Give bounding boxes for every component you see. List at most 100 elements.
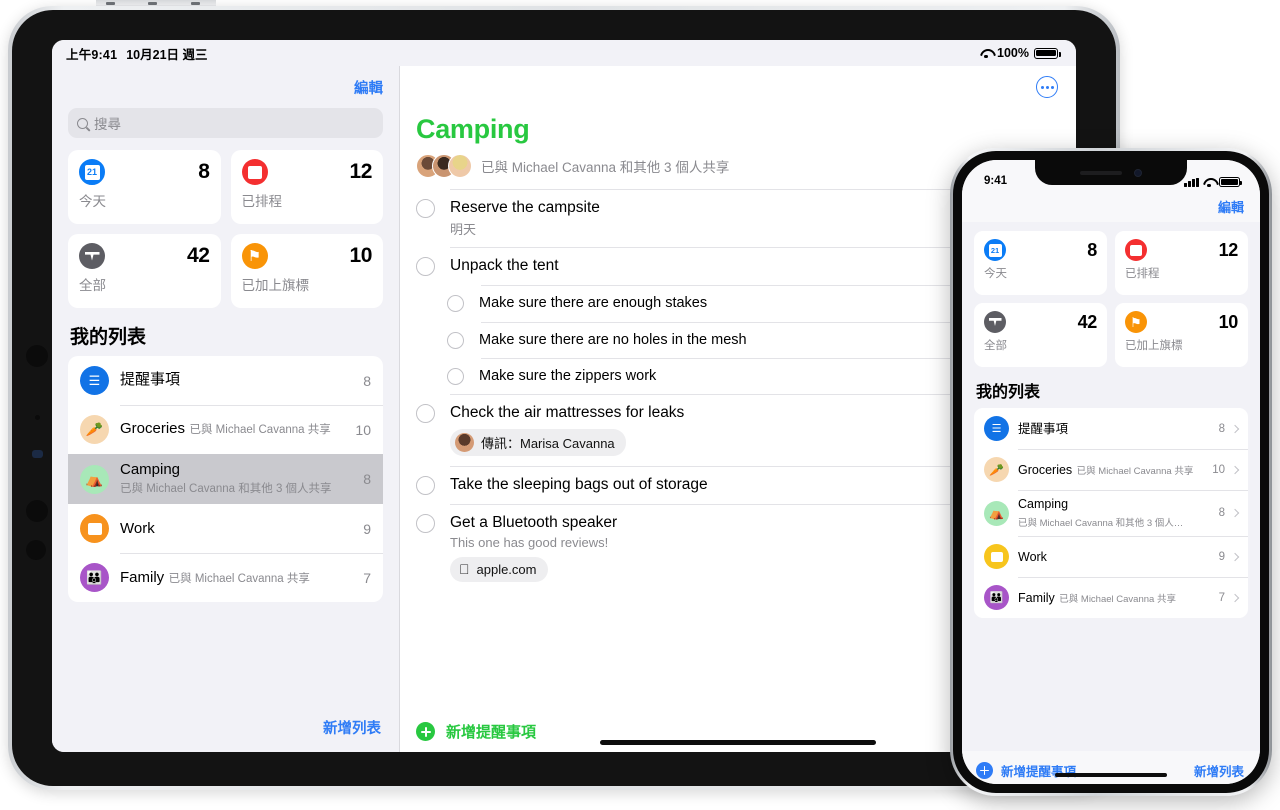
smart-list-scheduled[interactable]: 12 已排程 [230, 150, 383, 224]
bullet-list-icon: ☰ [80, 366, 109, 395]
search-container: 搜尋 [52, 108, 399, 150]
url-attachment-chip[interactable]:  apple.com [450, 556, 549, 582]
home-indicator [600, 740, 876, 745]
smart-list-count: 10 [349, 244, 372, 267]
list-row-work[interactable]: Work 9 [68, 504, 383, 553]
list-row-camping[interactable]: ⛺ Camping 已與 Michael Cavanna 和其他 3 個人共享 … [68, 454, 383, 505]
edit-button[interactable]: 編輯 [1218, 197, 1244, 216]
add-list-button[interactable]: 新增列表 [1194, 761, 1244, 780]
smart-list-all[interactable]: 42 全部 [974, 303, 1107, 367]
calendar-today-icon: 21 [79, 159, 105, 185]
list-row-reminders[interactable]: ☰ 提醒事項 8 [974, 408, 1248, 449]
list-shared-subtitle: 已與 Michael Cavanna 共享 [1076, 465, 1194, 477]
earpiece-speaker-icon [1080, 170, 1122, 175]
reminder-checkbox[interactable] [447, 367, 464, 385]
inbox-all-icon [984, 311, 1006, 333]
wifi-icon [980, 49, 992, 58]
list-name: 提醒事項 [120, 371, 181, 389]
sidebar-footer: 新增列表 [52, 707, 399, 752]
ipad-speaker-dot [26, 500, 48, 522]
chevron-right-icon [1230, 508, 1240, 518]
reminder-checkbox[interactable] [416, 257, 435, 277]
cellular-signal-icon [1184, 177, 1199, 187]
iphone-bottom-bar: 新增提醒事項 新增列表 [962, 751, 1260, 784]
detail-toolbar [400, 66, 1076, 108]
flag-icon: ⚑ [241, 243, 268, 269]
edit-button[interactable]: 編輯 [354, 77, 383, 98]
list-count: 7 [363, 569, 371, 586]
iphone-content: 21 8 今天 12 已排程 42 全部 ⚑ 10 已加上旗標 我的列表 ☰ 提… [962, 222, 1260, 751]
list-name: Groceries [1018, 462, 1073, 477]
smart-list-count: 42 [186, 244, 210, 267]
list-row-reminders[interactable]: ☰ 提醒事項 8 [68, 356, 383, 405]
smart-list-count: 12 [1218, 239, 1239, 260]
my-lists-card: ☰ 提醒事項 8 🥕 Groceries 已與 Michael Cavanna … [974, 408, 1248, 618]
battery-icon [1034, 47, 1061, 59]
search-icon [77, 117, 88, 129]
smart-list-all[interactable]: 42 全部 [68, 234, 221, 308]
smart-list-today[interactable]: 21 8 今天 [68, 150, 221, 224]
smart-list-count: 8 [1087, 239, 1097, 260]
bullet-list-icon: ☰ [984, 416, 1009, 441]
calendar-scheduled-icon [1125, 239, 1147, 261]
smart-list-count: 8 [198, 160, 210, 183]
smart-list-label: 全部 [79, 278, 106, 293]
add-list-button[interactable]: 新增列表 [323, 717, 381, 738]
computer-icon [80, 514, 109, 544]
reminder-checkbox[interactable] [416, 476, 435, 496]
add-reminder-button[interactable]: 新增提醒事項 [446, 721, 536, 742]
smart-list-label: 已加上旗標 [1125, 340, 1183, 352]
carrot-icon: 🥕 [984, 457, 1009, 482]
reminder-checkbox[interactable] [447, 295, 464, 313]
add-reminder-button[interactable]: 新增提醒事項 [1001, 761, 1076, 780]
list-count: 8 [363, 471, 371, 488]
ipad-speaker-dot [26, 540, 46, 560]
reminder-checkbox[interactable] [416, 403, 435, 423]
carrot-icon: 🥕 [80, 415, 109, 444]
smart-list-count: 42 [1077, 311, 1098, 332]
my-lists-heading: 我的列表 [70, 327, 147, 348]
list-row-groceries[interactable]: 🥕 Groceries 已與 Michael Cavanna 共享 10 [974, 449, 1248, 490]
smart-list-count: 12 [349, 160, 372, 183]
smart-list-count: 10 [1218, 311, 1239, 332]
sidebar: 編輯 搜尋 21 8 今天 12 已排程 42 全部 ⚑ 10 已加上旗標 我的… [52, 66, 400, 752]
list-row-groceries[interactable]: 🥕 Groceries 已與 Michael Cavanna 共享 10 [68, 405, 383, 454]
reminder-checkbox[interactable] [447, 331, 464, 349]
tent-icon: ⛺ [984, 500, 1009, 526]
smart-list-flagged[interactable]: ⚑ 10 已加上旗標 [230, 234, 383, 308]
front-camera-icon [1134, 168, 1142, 177]
search-placeholder: 搜尋 [94, 117, 121, 132]
list-name: Work [120, 519, 155, 537]
list-row-camping[interactable]: ⛺ Camping 已與 Michael Cavanna 和其他 3 個人… 8 [974, 490, 1248, 536]
battery-percent: 100% [997, 46, 1029, 60]
list-count: 9 [1218, 550, 1225, 563]
smart-list-today[interactable]: 21 8 今天 [974, 231, 1107, 295]
avatar [448, 154, 472, 178]
smart-list-flagged[interactable]: ⚑ 10 已加上旗標 [1115, 303, 1248, 367]
family-icon: 👪 [984, 585, 1009, 610]
smart-list-label: 今天 [984, 268, 1007, 280]
page-title: Camping [416, 114, 530, 144]
smart-list-label: 已排程 [1125, 268, 1160, 280]
battery-icon [1219, 177, 1242, 187]
list-count: 8 [1218, 507, 1225, 519]
search-input[interactable]: 搜尋 [68, 108, 383, 138]
inbox-all-icon [79, 243, 105, 269]
list-row-family[interactable]: 👪 Family 已與 Michael Cavanna 共享 7 [974, 577, 1248, 618]
smart-lists-grid: 21 8 今天 12 已排程 42 全部 ⚑ 10 已加上旗標 [52, 150, 399, 308]
smart-list-label: 已排程 [241, 194, 283, 209]
list-name: Work [1018, 549, 1047, 564]
list-name: Camping [1018, 497, 1069, 511]
message-attachment-chip[interactable]: 傳訊：Marisa Cavanna [450, 429, 626, 457]
reminder-checkbox[interactable] [416, 514, 435, 534]
list-shared-subtitle: 已與 Michael Cavanna 共享 [1059, 593, 1176, 605]
more-options-button[interactable] [1036, 76, 1058, 98]
list-row-work[interactable]: Work 9 [974, 536, 1248, 577]
smart-list-scheduled[interactable]: 12 已排程 [1115, 231, 1248, 295]
ipad-camera-icon [32, 450, 43, 458]
wifi-icon [1203, 178, 1215, 187]
list-row-family[interactable]: 👪 Family 已與 Michael Cavanna 共享 7 [68, 553, 383, 602]
iphone-toolbar: 編輯 [962, 190, 1260, 222]
smart-lists-grid: 21 8 今天 12 已排程 42 全部 ⚑ 10 已加上旗標 [962, 231, 1260, 367]
reminder-checkbox[interactable] [416, 199, 435, 218]
